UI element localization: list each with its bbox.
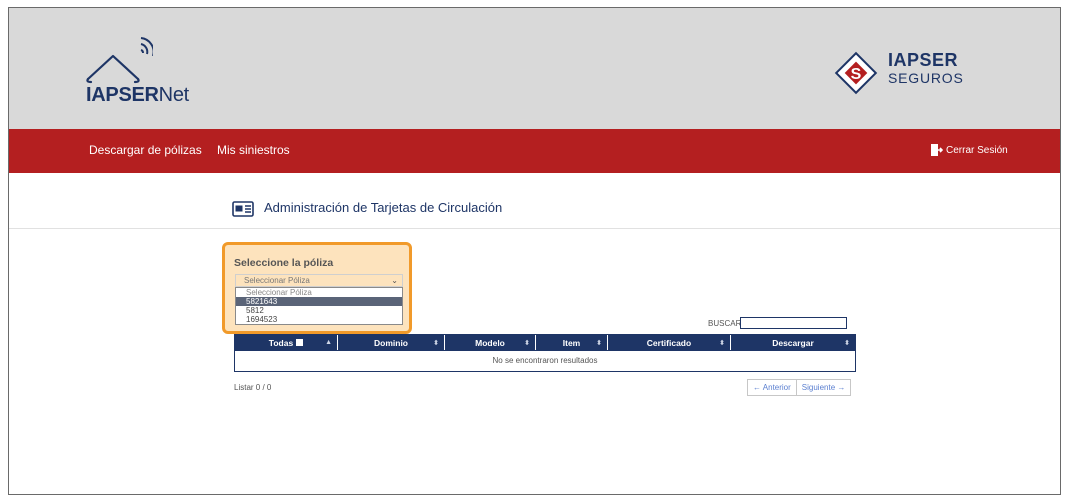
page-title-row: Administración de Tarjetas de Circulació… [9, 173, 1060, 229]
brand-right-line2: SEGUROS [888, 70, 964, 86]
sort-icon: ⬍ [596, 339, 602, 347]
chevron-down-icon: ⌄ [391, 276, 398, 285]
policy-option-5812[interactable]: 5812 [236, 306, 402, 315]
select-all-checkbox[interactable] [296, 339, 304, 346]
nav-descargar-polizas[interactable]: Descargar de pólizas [89, 143, 202, 157]
iapser-emblem-icon: S [834, 51, 878, 95]
pagination: ← Anterior Siguiente → [747, 379, 852, 396]
logout-icon [931, 144, 943, 156]
search-input[interactable] [740, 317, 847, 329]
col-certificado[interactable]: Certificado ⬍ [608, 335, 731, 350]
col-item[interactable]: Item ⬍ [536, 335, 608, 350]
col-modelo[interactable]: Modelo ⬍ [445, 335, 536, 350]
col-todas[interactable]: Todas ▲ [235, 335, 338, 350]
logout-button[interactable]: Cerrar Sesión [931, 144, 1008, 156]
sort-asc-icon: ▲ [325, 339, 332, 346]
site-header: IAPSERNet S IAPSER SEGUROS [9, 8, 1060, 129]
next-page-button[interactable]: Siguiente → [797, 380, 851, 395]
iapsernet-logo[interactable]: IAPSERNet [83, 34, 203, 108]
brand-name: IAPSERNet [86, 84, 189, 106]
sort-icon: ⬍ [524, 339, 530, 347]
sort-icon: ⬍ [719, 339, 725, 347]
col-dominio[interactable]: Dominio ⬍ [338, 335, 445, 350]
browser-frame: IAPSERNet S IAPSER SEGUROS Descargar de … [8, 7, 1061, 495]
house-wifi-icon [86, 37, 153, 84]
prev-page-button[interactable]: ← Anterior [748, 380, 797, 395]
policy-dropdown: Seleccionar Póliza 5821643 5812 1694523 [235, 287, 403, 325]
policy-option-5821643[interactable]: 5821643 [236, 297, 402, 306]
id-card-icon [232, 201, 254, 217]
policy-option-1694523[interactable]: 1694523 [236, 315, 402, 324]
cards-table: Todas ▲ Dominio ⬍ Modelo ⬍ Item ⬍ Certif… [234, 334, 856, 372]
sort-icon: ⬍ [844, 339, 850, 347]
record-count: Listar 0 / 0 [234, 383, 272, 392]
sort-icon: ⬍ [433, 339, 439, 347]
table-empty-row: No se encontraron resultados [235, 350, 855, 371]
search-label: BUSCAR: [708, 319, 744, 328]
main-nav: Descargar de pólizas Mis siniestros Cerr… [9, 129, 1060, 173]
logout-label: Cerrar Sesión [946, 144, 1008, 156]
table-header: Todas ▲ Dominio ⬍ Modelo ⬍ Item ⬍ Certif… [235, 335, 855, 350]
nav-mis-siniestros[interactable]: Mis siniestros [217, 143, 290, 157]
policy-option-placeholder[interactable]: Seleccionar Póliza [236, 288, 402, 297]
page-title: Administración de Tarjetas de Circulació… [264, 200, 503, 215]
svg-text:S: S [851, 66, 862, 83]
policy-select[interactable]: Seleccionar Póliza ⌄ [235, 274, 403, 287]
col-descargar[interactable]: Descargar ⬍ [731, 335, 855, 350]
brand-right-line1: IAPSER [888, 50, 959, 70]
policy-select-value: Seleccionar Póliza [244, 276, 310, 285]
policy-selector-panel: Seleccione la póliza Seleccionar Póliza … [222, 242, 412, 334]
iapser-seguros-logo[interactable]: S IAPSER SEGUROS [830, 48, 970, 98]
policy-selector-label: Seleccione la póliza [234, 257, 334, 269]
